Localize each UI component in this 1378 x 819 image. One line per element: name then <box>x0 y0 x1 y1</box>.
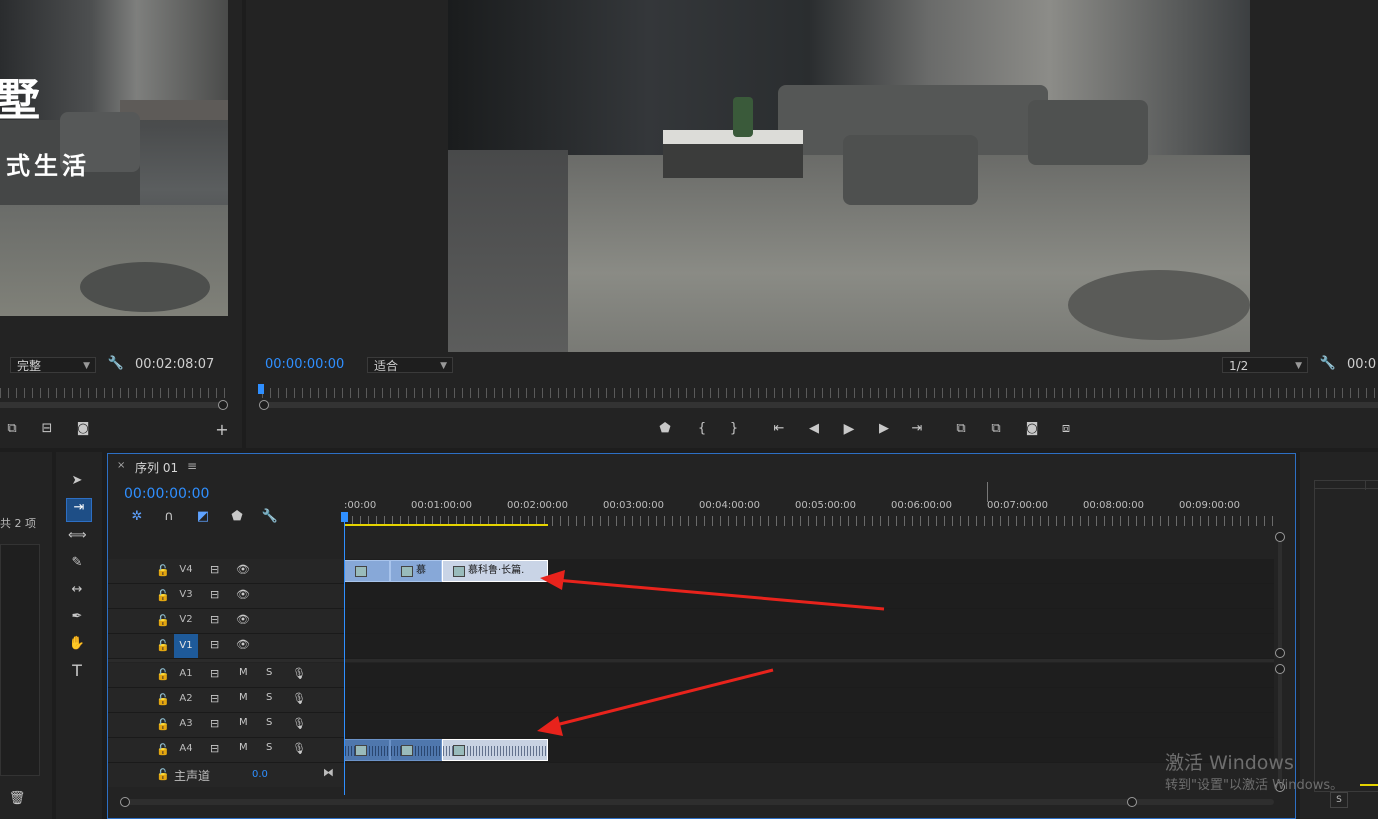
annotation-arrows <box>537 570 885 736</box>
arrowhead <box>537 716 563 736</box>
activation-watermark-subtitle: 转到"设置"以激活 Windows。 <box>1165 778 1344 793</box>
arrow-to-video-clip <box>555 578 885 611</box>
activation-watermark-title: 激活 Windows <box>1165 752 1294 774</box>
arrowhead <box>540 570 565 590</box>
arrow-to-audio-clip <box>551 668 774 728</box>
